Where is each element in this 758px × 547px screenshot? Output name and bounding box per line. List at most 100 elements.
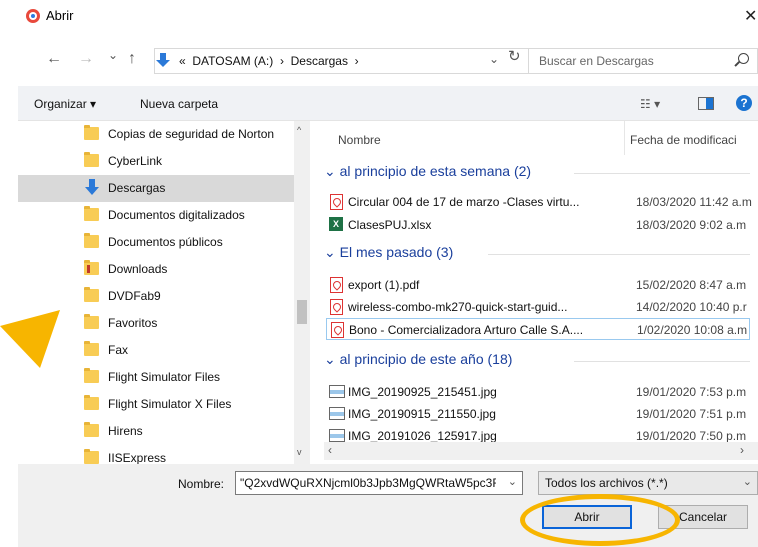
- nav-item-dvdfab9[interactable]: DVDFab9: [18, 283, 294, 310]
- group-divider: [574, 361, 750, 362]
- close-button[interactable]: ✕: [744, 6, 757, 26]
- file-row[interactable]: IMG_20190915_211550.jpg 19/01/2020 7:51 …: [326, 403, 758, 425]
- nav-item-label: Downloads: [108, 262, 168, 276]
- file-name: export (1).pdf: [348, 278, 420, 292]
- nav-item-label: Flight Simulator Files: [108, 370, 221, 384]
- pdf-icon: [330, 194, 343, 210]
- path-separator: ›: [279, 54, 284, 68]
- scroll-down-icon[interactable]: v: [297, 447, 302, 457]
- folder-icon: [84, 341, 99, 356]
- scroll-right-icon[interactable]: ›: [740, 443, 744, 457]
- file-name-input[interactable]: "Q2xvdWQuRXNjcml0b3Jpb3MgQWRtaW5pc3RyYWR…: [235, 471, 523, 495]
- nav-item-iisexpress[interactable]: IISExpress: [18, 445, 294, 464]
- file-name: ClasesPUJ.xlsx: [348, 218, 432, 232]
- nav-item-label: Documentos digitalizados: [108, 208, 245, 222]
- group-heading-this-year[interactable]: ⌄ al principio de este año (18): [324, 351, 512, 368]
- file-date: 18/03/2020 9:02 a.m: [636, 218, 747, 232]
- nav-item-label: Documentos públicos: [108, 235, 223, 249]
- nav-item-flight-simulator-x-files[interactable]: Flight Simulator X Files: [18, 391, 294, 418]
- nav-item-label: IISExpress: [108, 451, 167, 464]
- file-row[interactable]: export (1).pdf 15/02/2020 8:47 a.m: [326, 274, 758, 296]
- column-separator[interactable]: [624, 121, 625, 155]
- image-icon: [329, 385, 345, 398]
- search-input[interactable]: Buscar en Descargas: [528, 48, 758, 74]
- file-name: Circular 004 de 17 de marzo -Clases virt…: [348, 195, 580, 209]
- view-options-button[interactable]: ☷ ▾: [640, 97, 660, 111]
- nav-item-label: Fax: [108, 343, 129, 357]
- folder-icon: [84, 206, 99, 221]
- recent-locations-icon[interactable]: ⌄: [108, 48, 118, 62]
- folder-icon: [84, 287, 99, 302]
- up-arrow-icon[interactable]: ↑: [128, 50, 136, 68]
- highlight-ring: [520, 494, 680, 546]
- nav-item-cyberlink[interactable]: CyberLink: [18, 148, 294, 175]
- file-row[interactable]: IMG_20191026_125917.jpg 19/01/2020 7:50 …: [326, 425, 758, 442]
- folder-icon: [84, 233, 99, 248]
- preview-pane-icon[interactable]: [698, 97, 714, 110]
- address-path: « DATOSAM (A:) › Descargas ›: [179, 54, 359, 68]
- back-arrow-icon[interactable]: ←: [46, 50, 62, 68]
- file-date: 1/02/2020 10:08 a.m: [637, 323, 748, 337]
- nav-item-label: Copias de seguridad de Norton: [108, 127, 275, 141]
- nav-item-label: Hirens: [108, 424, 143, 438]
- folder-icon: [84, 125, 99, 140]
- chrome-icon: [26, 9, 40, 23]
- nav-pane-scrollbar[interactable]: ^ v: [294, 121, 310, 464]
- path-prefix: «: [179, 54, 186, 68]
- column-header-row: Nombre Fecha de modificaci: [318, 121, 758, 155]
- nav-item-norton-backups[interactable]: Copias de seguridad de Norton: [18, 121, 294, 148]
- file-row-selected[interactable]: Bono - Comercializadora Arturo Calle S.A…: [326, 318, 750, 340]
- nav-item-documentos-publicos[interactable]: Documentos públicos: [18, 229, 294, 256]
- column-header-date[interactable]: Fecha de modificaci: [630, 133, 737, 147]
- folder-icon: [84, 395, 99, 410]
- nav-item-documentos-digitalizados[interactable]: Documentos digitalizados: [18, 202, 294, 229]
- new-folder-button[interactable]: Nueva carpeta: [140, 97, 218, 111]
- file-list-horizontal-scrollbar[interactable]: ‹ ›: [324, 442, 758, 460]
- file-type-select[interactable]: Todos los archivos (*.*) ⌄: [538, 471, 758, 495]
- group-title: El mes pasado (3): [339, 244, 454, 260]
- group-heading-this-week[interactable]: ⌄ al principio de esta semana (2): [324, 163, 531, 180]
- file-row[interactable]: X ClasesPUJ.xlsx 18/03/2020 9:02 a.m: [326, 214, 758, 236]
- column-header-name[interactable]: Nombre: [338, 133, 381, 147]
- address-bar[interactable]: « DATOSAM (A:) › Descargas › ⌄: [154, 48, 530, 74]
- file-row[interactable]: wireless-combo-mk270-quick-start-guid...…: [326, 296, 758, 318]
- refresh-icon[interactable]: ↻: [508, 47, 521, 65]
- group-divider: [574, 173, 750, 174]
- nav-item-descargas[interactable]: Descargas: [18, 175, 294, 202]
- path-dropdown-icon[interactable]: ⌄: [489, 52, 499, 66]
- file-name-label: Nombre:: [178, 477, 225, 491]
- nav-item-flight-simulator-files[interactable]: Flight Simulator Files: [18, 364, 294, 391]
- folder-icon: [84, 260, 99, 275]
- folder-icon: [84, 314, 99, 329]
- scroll-left-icon[interactable]: ‹: [328, 443, 332, 457]
- image-icon: [329, 429, 345, 442]
- folder-icon: [84, 368, 99, 383]
- chevron-down-icon[interactable]: ⌄: [743, 475, 752, 488]
- file-row[interactable]: IMG_20190925_215451.jpg 19/01/2020 7:53 …: [326, 381, 758, 403]
- chevron-down-icon[interactable]: ⌄: [508, 475, 517, 488]
- organize-menu-button[interactable]: Organizar ▾: [34, 97, 96, 111]
- nav-item-label: Descargas: [108, 181, 166, 195]
- file-date: 15/02/2020 8:47 a.m: [636, 278, 747, 292]
- scroll-up-icon[interactable]: ^: [297, 125, 301, 135]
- command-toolbar: Organizar ▾ Nueva carpeta ☷ ▾ ?: [18, 86, 758, 121]
- forward-arrow-icon[interactable]: →: [78, 50, 94, 68]
- file-name: IMG_20191026_125917.jpg: [348, 429, 497, 442]
- path-segment-drive[interactable]: DATOSAM (A:): [192, 54, 273, 68]
- group-title: al principio de este año (18): [339, 351, 513, 367]
- group-heading-last-month[interactable]: ⌄ El mes pasado (3): [324, 244, 453, 261]
- nav-pane-scroll-thumb[interactable]: [297, 300, 307, 324]
- nav-item-hirens[interactable]: Hirens: [18, 418, 294, 445]
- nav-item-downloads[interactable]: Downloads: [18, 256, 294, 283]
- title-bar: Abrir ✕: [18, 0, 758, 32]
- pdf-icon: [330, 277, 343, 293]
- file-date: 19/01/2020 7:50 p.m: [636, 429, 747, 442]
- navigation-pane[interactable]: Copias de seguridad de Norton CyberLink …: [18, 121, 310, 464]
- file-date: 18/03/2020 11:42 a.m: [636, 195, 752, 209]
- file-row[interactable]: Circular 004 de 17 de marzo -Clases virt…: [326, 191, 758, 213]
- path-segment-downloads[interactable]: Descargas: [291, 54, 348, 68]
- pdf-icon: [330, 299, 343, 315]
- excel-icon: X: [329, 217, 343, 231]
- help-icon[interactable]: ?: [736, 95, 752, 111]
- file-name: IMG_20190925_215451.jpg: [348, 385, 497, 399]
